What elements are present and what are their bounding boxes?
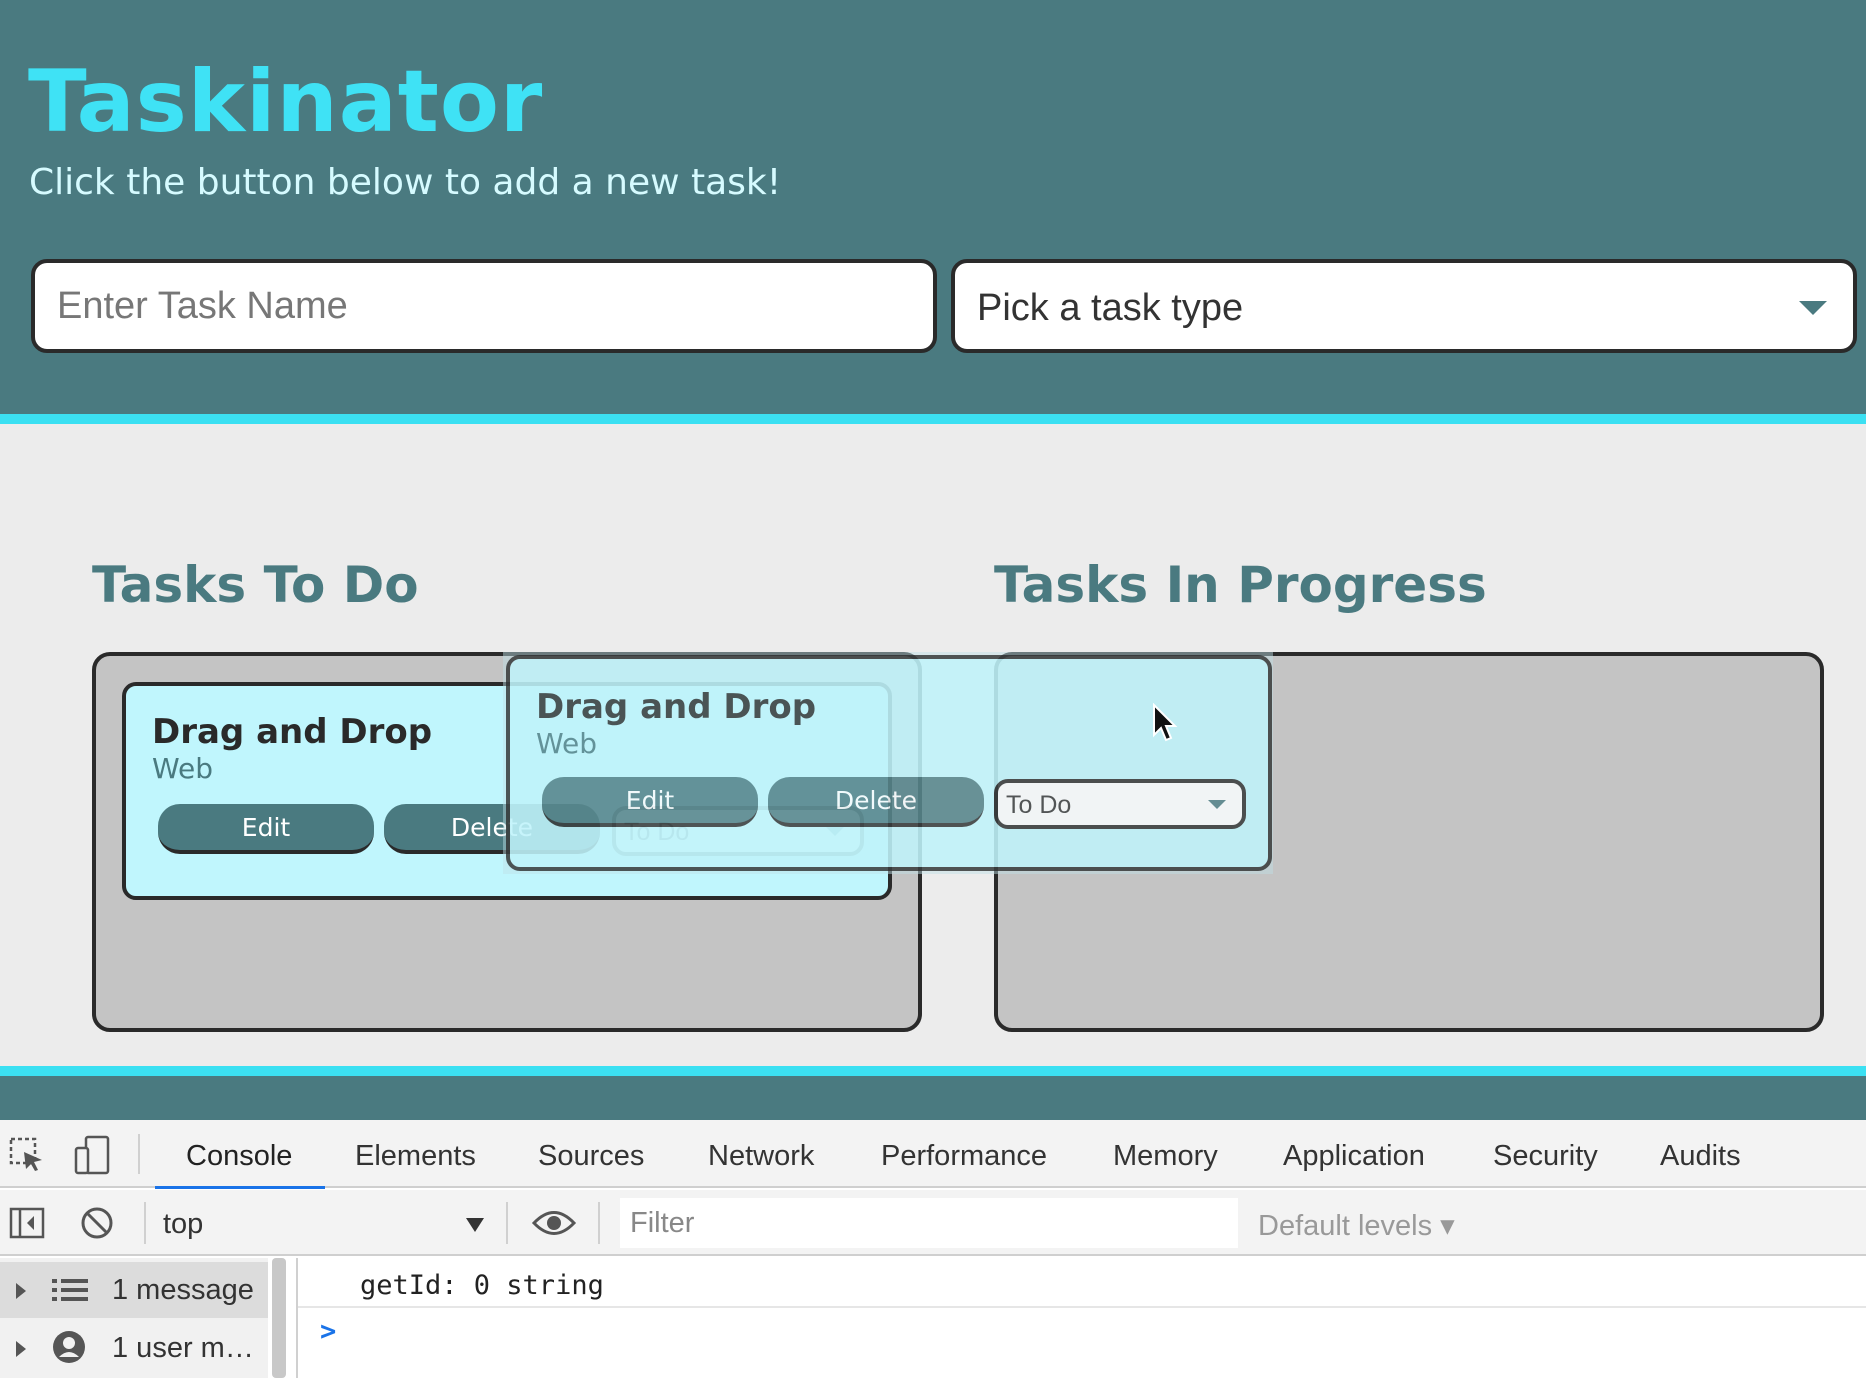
tab-audits[interactable]: Audits	[1660, 1140, 1741, 1173]
console-toolbar: top Default levels ▾	[0, 1190, 1866, 1256]
task-type: Web	[536, 727, 598, 760]
tab-network[interactable]: Network	[708, 1140, 814, 1173]
sidebar-item-messages[interactable]: 1 message	[0, 1262, 268, 1318]
tab-performance[interactable]: Performance	[881, 1140, 1047, 1173]
task-name: Drag and Drop	[152, 712, 433, 752]
column-heading-to-do: Tasks To Do	[92, 556, 419, 614]
column-heading-in-progress: Tasks In Progress	[994, 556, 1487, 614]
task-name: Drag and Drop	[536, 687, 817, 727]
eye-icon[interactable]	[532, 1206, 576, 1240]
divider	[144, 1202, 146, 1244]
drag-ghost-card: Drag and Drop Web Edit Delete To Do	[506, 655, 1272, 871]
device-toolbar-icon[interactable]	[72, 1134, 114, 1176]
divider	[138, 1134, 140, 1174]
drag-ghost: Drag and Drop Web Edit Delete To Do	[503, 652, 1273, 874]
sidebar-scrollbar[interactable]	[272, 1258, 286, 1378]
divider	[598, 1202, 600, 1244]
list-icon	[52, 1279, 88, 1301]
devtools-tabbar: Console Elements Sources Network Perform…	[0, 1120, 1866, 1189]
sidebar-item-label: 1 message	[112, 1274, 254, 1306]
tab-security[interactable]: Security	[1493, 1140, 1598, 1173]
task-type-select-value: Pick a task type	[977, 287, 1244, 329]
divider	[296, 1258, 298, 1378]
task-name-input[interactable]	[31, 259, 937, 353]
chevron-down-icon	[466, 1218, 484, 1232]
app-subtitle: Click the button below to add a new task…	[29, 162, 782, 203]
task-type: Web	[152, 752, 214, 785]
tab-memory[interactable]: Memory	[1113, 1140, 1218, 1173]
console-sidebar: 1 message 1 user m…	[0, 1258, 268, 1378]
delete-button: Delete	[768, 777, 984, 827]
edit-button: Edit	[542, 777, 758, 827]
execution-context-value: top	[163, 1208, 204, 1240]
task-status-select-value: To Do	[1006, 791, 1072, 819]
app-title: Taskinator	[28, 52, 544, 152]
sidebar-item-user-messages[interactable]: 1 user m…	[0, 1320, 268, 1376]
page-footer	[0, 1066, 1866, 1120]
console-filter-input[interactable]	[620, 1198, 1238, 1248]
chevron-down-icon	[1208, 800, 1226, 809]
inspect-element-icon[interactable]	[8, 1136, 46, 1174]
task-type-select[interactable]: Pick a task type	[951, 259, 1857, 353]
edit-button[interactable]: Edit	[158, 804, 374, 854]
expand-arrow-icon	[16, 1283, 26, 1299]
mouse-cursor-icon	[1153, 703, 1178, 742]
devtools-panel: Console Elements Sources Network Perform…	[0, 1120, 1866, 1378]
page-header: Taskinator Click the button below to add…	[0, 0, 1866, 424]
divider	[506, 1202, 508, 1244]
log-levels-dropdown[interactable]: Default levels ▾	[1258, 1208, 1455, 1243]
task-status-select: To Do	[994, 779, 1246, 829]
show-sidebar-icon[interactable]	[8, 1204, 46, 1242]
tab-sources[interactable]: Sources	[538, 1140, 644, 1173]
active-tab-indicator	[155, 1186, 325, 1189]
chevron-down-icon	[1799, 301, 1827, 315]
sidebar-item-label: 1 user m…	[112, 1332, 254, 1364]
user-icon	[53, 1331, 85, 1363]
tab-console[interactable]: Console	[186, 1140, 292, 1173]
console-log-line: getId: 0 string	[360, 1270, 604, 1301]
tab-application[interactable]: Application	[1283, 1140, 1425, 1173]
console-prompt-icon[interactable]: >	[320, 1316, 336, 1347]
clear-console-icon[interactable]	[78, 1204, 116, 1242]
expand-arrow-icon	[16, 1341, 26, 1357]
tab-elements[interactable]: Elements	[355, 1140, 476, 1173]
divider	[298, 1306, 1866, 1308]
